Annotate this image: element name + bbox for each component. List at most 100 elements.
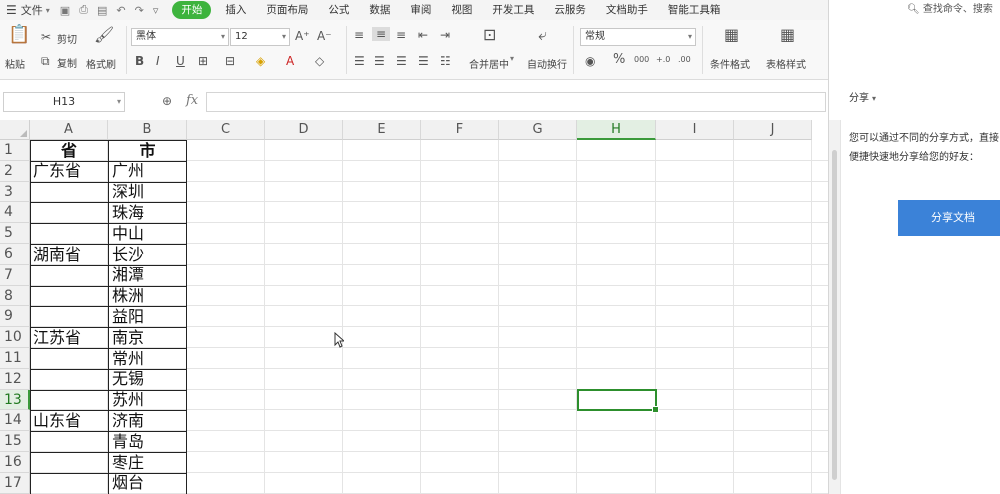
bold-button[interactable]: B: [135, 54, 144, 68]
currency-icon[interactable]: ◉: [585, 54, 595, 68]
selected-cell-h13[interactable]: [577, 389, 659, 413]
row-header-8[interactable]: 8: [0, 285, 30, 307]
cut-button[interactable]: 剪切: [57, 31, 77, 46]
share-document-button[interactable]: 分享文档: [898, 200, 1000, 236]
copy-button[interactable]: 复制: [57, 55, 77, 70]
cell-b15[interactable]: 青岛: [112, 432, 144, 452]
cell-b5[interactable]: 中山: [112, 224, 144, 244]
row-header-9[interactable]: 9: [0, 306, 30, 328]
panel-scrollbar[interactable]: [829, 120, 841, 494]
tab-5[interactable]: 数据: [359, 1, 400, 19]
paste-button[interactable]: 粘贴: [5, 56, 25, 71]
tab-8[interactable]: 开发工具: [482, 1, 544, 19]
align-middle-icon[interactable]: ≡: [372, 27, 390, 41]
cell-b16[interactable]: 枣庄: [112, 453, 144, 473]
cell-b7[interactable]: 湘潭: [112, 265, 144, 285]
align-right-icon[interactable]: ☰: [396, 54, 407, 68]
column-header-d[interactable]: D: [265, 120, 343, 140]
wrap-text-icon[interactable]: ⤶: [538, 27, 547, 43]
copy-icon[interactable]: ⧉: [41, 54, 50, 68]
select-all-corner[interactable]: [0, 120, 30, 140]
row-header-16[interactable]: 16: [0, 452, 30, 473]
cell-a1[interactable]: 省: [30, 141, 108, 161]
increase-font-icon[interactable]: A⁺: [295, 29, 310, 43]
tab-7[interactable]: 视图: [441, 1, 482, 19]
row-header-11[interactable]: 11: [0, 348, 30, 369]
align-left-icon[interactable]: ☰: [354, 54, 365, 68]
format-painter-button[interactable]: 格式刷: [86, 56, 116, 71]
number-format-select[interactable]: 常规 ▾: [580, 28, 696, 46]
italic-button[interactable]: I: [156, 54, 160, 68]
decrease-font-icon[interactable]: A⁻: [317, 29, 332, 43]
row-header-5[interactable]: 5: [0, 223, 30, 244]
row-header-17[interactable]: 17: [0, 472, 30, 494]
table-style-button[interactable]: 表格样式: [766, 56, 806, 71]
print-icon[interactable]: ⎙: [79, 3, 88, 17]
cell-b2[interactable]: 广州: [112, 161, 144, 181]
align-center-icon[interactable]: ☰: [374, 54, 385, 68]
font-size-select[interactable]: 12 ▾: [230, 28, 290, 46]
chevron-down-icon[interactable]: ▾: [510, 54, 514, 63]
distribute-icon[interactable]: ☷: [440, 54, 451, 68]
tab-4[interactable]: 公式: [318, 1, 359, 19]
merge-center-icon[interactable]: ⊡: [483, 27, 496, 43]
zoom-icon[interactable]: ⊕: [162, 94, 172, 108]
column-header-a[interactable]: A: [30, 120, 108, 140]
tab-10[interactable]: 文档助手: [596, 1, 658, 19]
cell-b6[interactable]: 长沙: [112, 245, 144, 265]
tab-9[interactable]: 云服务: [544, 1, 596, 19]
tab-3[interactable]: 页面布局: [256, 1, 318, 19]
cell-a14[interactable]: 山东省: [33, 411, 81, 431]
tab-11[interactable]: 智能工具箱: [658, 1, 731, 19]
underline-button[interactable]: U: [176, 54, 185, 68]
cell-a2[interactable]: 广东省: [33, 161, 81, 181]
scrollbar-thumb[interactable]: [832, 150, 837, 480]
cell-b8[interactable]: 株洲: [112, 286, 144, 306]
align-top-icon[interactable]: ≡: [354, 28, 364, 42]
row-header-12[interactable]: 12: [0, 368, 30, 390]
cell-b1[interactable]: 市: [108, 141, 187, 161]
row-header-14[interactable]: 14: [0, 410, 30, 432]
font-color-icon[interactable]: A: [286, 54, 294, 68]
fill-color-icon[interactable]: ◈: [256, 54, 265, 68]
command-search[interactable]: 🔍︎ 查找命令、搜索: [907, 0, 993, 15]
cell-b3[interactable]: 深圳: [112, 182, 144, 202]
column-header-i[interactable]: I: [656, 120, 734, 140]
cell-b11[interactable]: 常州: [112, 349, 144, 369]
preview-icon[interactable]: ▤: [97, 4, 107, 17]
column-header-g[interactable]: G: [499, 120, 577, 140]
column-header-e[interactable]: E: [343, 120, 421, 140]
row-header-6[interactable]: 6: [0, 244, 30, 265]
tab-6[interactable]: 审阅: [400, 1, 441, 19]
align-bottom-icon[interactable]: ≡: [396, 28, 406, 42]
cell-b17[interactable]: 烟台: [112, 473, 144, 493]
conditional-format-button[interactable]: 条件格式: [710, 56, 750, 71]
percent-button[interactable]: %: [613, 53, 625, 67]
cell-b9[interactable]: 益阳: [112, 307, 144, 327]
row-header-7[interactable]: 7: [0, 264, 30, 286]
justify-icon[interactable]: ☰: [418, 54, 429, 68]
cell-b10[interactable]: 南京: [112, 328, 144, 348]
indent-increase-icon[interactable]: ⇥: [440, 28, 450, 42]
customize-icon[interactable]: ▿: [153, 4, 159, 17]
row-header-15[interactable]: 15: [0, 431, 30, 452]
cell-a6[interactable]: 湖南省: [33, 245, 81, 265]
eraser-icon[interactable]: ◇: [315, 54, 324, 68]
formula-input[interactable]: [206, 92, 826, 112]
borders-icon[interactable]: ⊞: [198, 54, 208, 68]
scissors-icon[interactable]: ✂: [41, 30, 51, 44]
row-header-3[interactable]: 3: [0, 181, 30, 203]
row-header-2[interactable]: 2: [0, 160, 30, 182]
merge-center-button[interactable]: 合并居中: [469, 56, 509, 71]
column-header-c[interactable]: C: [187, 120, 265, 140]
increase-decimal-icon[interactable]: +.0: [656, 53, 670, 67]
cell-b14[interactable]: 济南: [112, 411, 144, 431]
column-header-b[interactable]: B: [108, 120, 187, 140]
column-header-j[interactable]: J: [734, 120, 812, 140]
row-header-10[interactable]: 10: [0, 327, 30, 348]
fx-icon[interactable]: fx: [186, 93, 198, 108]
thousands-button[interactable]: 000: [634, 53, 649, 67]
redo-icon[interactable]: ↷: [135, 4, 144, 17]
row-header-1[interactable]: 1: [0, 140, 30, 161]
paste-icon[interactable]: 📋: [8, 26, 30, 44]
